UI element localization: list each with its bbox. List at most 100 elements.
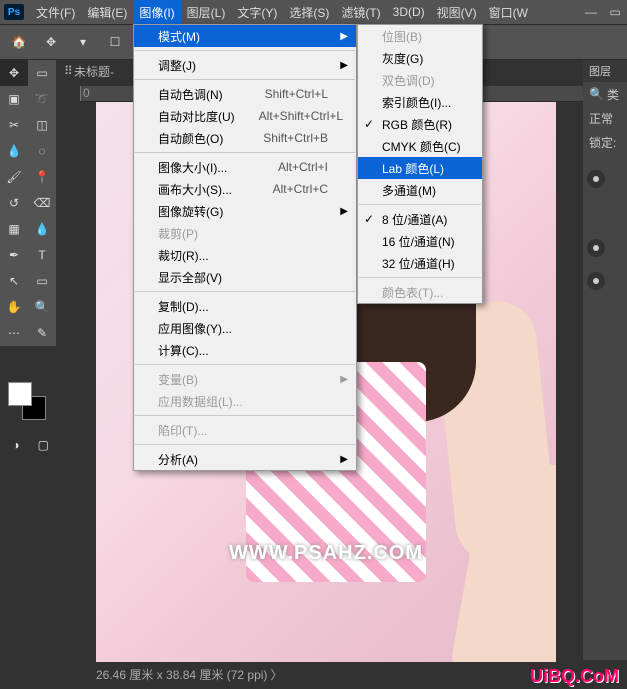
- status-dimensions: 26.46 厘米 x 38.84 厘米 (72 ppi): [96, 668, 267, 682]
- visibility-icon[interactable]: [587, 170, 605, 188]
- tab-layers[interactable]: 图层: [583, 63, 617, 79]
- menu-layer[interactable]: 图层(L): [181, 0, 232, 25]
- document-title: 未标题-: [74, 63, 114, 80]
- menu-item-multichannel[interactable]: 多通道(M): [358, 179, 482, 201]
- menu-item-image-rotation[interactable]: 图像旋转(G)▶: [134, 200, 356, 222]
- frame-tool-icon[interactable]: ◫: [28, 112, 56, 138]
- check-icon: ✓: [364, 212, 374, 226]
- move-tool-icon[interactable]: ✥: [40, 31, 62, 53]
- menu-select[interactable]: 选择(S): [283, 0, 335, 25]
- menu-item-variables: 变量(B)▶: [134, 368, 356, 390]
- mode-submenu: 位图(B) 灰度(G) 双色调(D) 索引颜色(I)... ✓RGB 颜色(R)…: [357, 24, 483, 304]
- app-icon: Ps: [4, 4, 24, 20]
- color-swatches[interactable]: [8, 382, 48, 422]
- blur-tool-icon[interactable]: 💧: [28, 216, 56, 242]
- layer-type-label: 类: [607, 86, 619, 103]
- type-tool-icon[interactable]: T: [28, 242, 56, 268]
- lock-label: 锁定:: [589, 134, 616, 151]
- watermark-corner: UiBQ.CoM: [530, 666, 619, 687]
- menu-edit[interactable]: 编辑(E): [81, 0, 133, 25]
- path-tool-icon[interactable]: ↖: [0, 268, 28, 294]
- menu-item-16bit[interactable]: 16 位/通道(N): [358, 230, 482, 252]
- menu-item-lab[interactable]: Lab 颜色(L): [358, 157, 482, 179]
- status-arrow-icon[interactable]: 〉: [270, 668, 282, 682]
- menu-item-mode[interactable]: 模式(M)▶: [134, 25, 356, 47]
- foreground-color-swatch[interactable]: [8, 382, 32, 406]
- artboard-tool-icon[interactable]: ▭: [28, 60, 56, 86]
- menu-type[interactable]: 文字(Y): [231, 0, 283, 25]
- quickmask-icon[interactable]: ◑: [4, 434, 28, 456]
- patch-tool-icon[interactable]: ◌: [28, 138, 56, 164]
- submenu-arrow-icon: ▶: [340, 374, 348, 385]
- history-brush-icon[interactable]: ↺: [0, 190, 28, 216]
- image-menu: 模式(M)▶ 调整(J)▶ 自动色调(N)Shift+Ctrl+L 自动对比度(…: [133, 24, 357, 471]
- menu-window[interactable]: 窗口(W: [483, 0, 534, 25]
- menu-item-auto-contrast[interactable]: 自动对比度(U)Alt+Shift+Ctrl+L: [134, 105, 356, 127]
- eraser-tool-icon[interactable]: ⌫: [28, 190, 56, 216]
- menu-item-duotone: 双色调(D): [358, 69, 482, 91]
- menu-item-apply-image[interactable]: 应用图像(Y)...: [134, 317, 356, 339]
- blend-mode[interactable]: 正常: [589, 110, 613, 127]
- menu-item-indexed[interactable]: 索引颜色(I)...: [358, 91, 482, 113]
- menu-item-canvas-size[interactable]: 画布大小(S)...Alt+Ctrl+C: [134, 178, 356, 200]
- window-maximize-icon[interactable]: ▭: [603, 5, 627, 19]
- dropdown-icon[interactable]: ▾: [72, 31, 94, 53]
- menu-item-crop: 裁剪(P): [134, 222, 356, 244]
- panels-right: 图层 🔍 类 正常 锁定:: [583, 60, 627, 660]
- menu-image[interactable]: 图像(I): [133, 0, 180, 25]
- checkbox-icon[interactable]: ☐: [104, 31, 126, 53]
- brush-tool-icon[interactable]: 🖌: [0, 164, 28, 190]
- menu-item-32bit[interactable]: 32 位/通道(H): [358, 252, 482, 274]
- menu-item-grayscale[interactable]: 灰度(G): [358, 47, 482, 69]
- ruler-tick: 0: [80, 86, 140, 101]
- menu-view[interactable]: 视图(V): [431, 0, 483, 25]
- zoom-tool-icon[interactable]: 🔍: [28, 294, 56, 320]
- menu-item-duplicate[interactable]: 复制(D)...: [134, 295, 356, 317]
- menu-item-trap: 陷印(T)...: [134, 419, 356, 441]
- menu-item-bitmap: 位图(B): [358, 25, 482, 47]
- visibility-icon[interactable]: [587, 239, 605, 257]
- menu-item-reveal-all[interactable]: 显示全部(V): [134, 266, 356, 288]
- clone-tool-icon[interactable]: 📍: [28, 164, 56, 190]
- menu-item-auto-tone[interactable]: 自动色调(N)Shift+Ctrl+L: [134, 83, 356, 105]
- edit-toolbar-icon[interactable]: ✎: [28, 320, 56, 346]
- pen-tool-icon[interactable]: ✒: [0, 242, 28, 268]
- toolbox: ✥ ▭ ▣ ➰ ✂ ◫ 💧 ◌ 🖌 📍 ↺ ⌫ ▦ 💧 ✒ T ↖ ▭ ✋ 🔍 …: [0, 60, 56, 346]
- crop-tool-icon[interactable]: ✂: [0, 112, 28, 138]
- menu-item-apply-dataset: 应用数据组(L)...: [134, 390, 356, 412]
- window-minimize-icon[interactable]: —: [579, 5, 603, 19]
- menu-item-auto-color[interactable]: 自动颜色(O)Shift+Ctrl+B: [134, 127, 356, 149]
- hand-tool-icon[interactable]: ✋: [0, 294, 28, 320]
- shape-tool-icon[interactable]: ▭: [28, 268, 56, 294]
- drag-handle-icon[interactable]: ⠿: [64, 64, 74, 78]
- submenu-arrow-icon: ▶: [340, 60, 348, 71]
- menu-filter[interactable]: 滤镜(T): [335, 0, 386, 25]
- home-icon[interactable]: 🏠: [8, 31, 30, 53]
- menu-3d[interactable]: 3D(D): [387, 1, 431, 23]
- menu-item-8bit[interactable]: ✓8 位/通道(A): [358, 208, 482, 230]
- status-bar: 26.46 厘米 x 38.84 厘米 (72 ppi) 〉: [96, 666, 283, 683]
- check-icon: ✓: [364, 117, 374, 131]
- document-tab[interactable]: ⠿ 未标题-: [64, 60, 114, 82]
- lasso-tool-icon[interactable]: ➰: [28, 86, 56, 112]
- eyedropper-tool-icon[interactable]: 💧: [0, 138, 28, 164]
- submenu-arrow-icon: ▶: [340, 31, 348, 42]
- search-icon[interactable]: 🔍: [589, 87, 604, 101]
- menu-item-adjustments[interactable]: 调整(J)▶: [134, 54, 356, 76]
- menu-item-trim[interactable]: 裁切(R)...: [134, 244, 356, 266]
- menu-item-cmyk[interactable]: CMYK 颜色(C): [358, 135, 482, 157]
- menu-item-color-table: 颜色表(T)...: [358, 281, 482, 303]
- menu-file[interactable]: 文件(F): [30, 0, 81, 25]
- screenmode-icon[interactable]: ▢: [31, 434, 55, 456]
- marquee-tool-icon[interactable]: ▣: [0, 86, 28, 112]
- menu-item-rgb[interactable]: ✓RGB 颜色(R): [358, 113, 482, 135]
- watermark-main: WWW.PSAHZ.COM: [96, 542, 556, 565]
- more-tools-icon[interactable]: ⋯: [0, 320, 28, 346]
- menu-item-image-size[interactable]: 图像大小(I)...Alt+Ctrl+I: [134, 156, 356, 178]
- visibility-icon[interactable]: [587, 272, 605, 290]
- menu-item-analysis[interactable]: 分析(A)▶: [134, 448, 356, 470]
- gradient-tool-icon[interactable]: ▦: [0, 216, 28, 242]
- menubar: Ps 文件(F) 编辑(E) 图像(I) 图层(L) 文字(Y) 选择(S) 滤…: [0, 0, 627, 24]
- menu-item-calculations[interactable]: 计算(C)...: [134, 339, 356, 361]
- move-tool-icon[interactable]: ✥: [0, 60, 28, 86]
